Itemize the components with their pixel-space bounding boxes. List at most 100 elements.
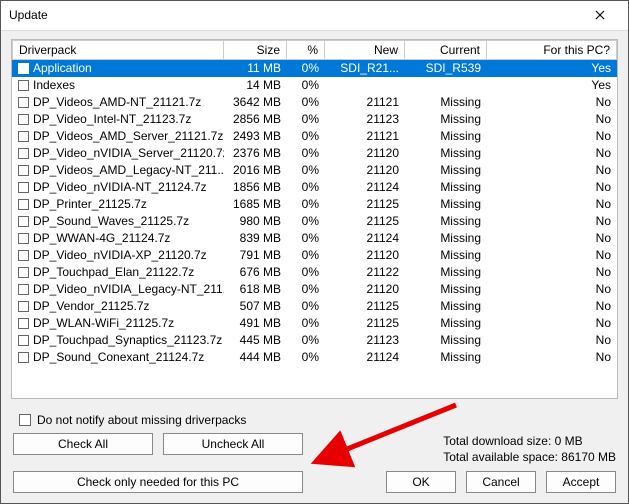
cell-current: SDI_R539 — [405, 60, 487, 77]
table-row[interactable]: DP_Video_nVIDIA-NT_21124.7z1856 MB0%2112… — [12, 179, 617, 196]
cell-current: Missing — [405, 230, 487, 247]
cell-size: 2856 MB — [224, 111, 287, 128]
cell-percent: 0% — [287, 179, 325, 196]
row-checkbox[interactable] — [18, 318, 29, 329]
cell-percent: 0% — [287, 94, 325, 111]
row-checkbox[interactable] — [18, 335, 29, 346]
table-row[interactable]: DP_Touchpad_Elan_21122.7z676 MB0%21122Mi… — [12, 264, 617, 281]
cancel-button[interactable]: Cancel — [466, 471, 536, 493]
table-row[interactable]: DP_Vendor_21125.7z507 MB0%21125MissingNo — [12, 298, 617, 315]
table-row[interactable]: DP_Sound_Conexant_21124.7z444 MB0%21124M… — [12, 349, 617, 366]
cell-for-this-pc: No — [487, 196, 617, 213]
cell-size: 1856 MB — [224, 179, 287, 196]
row-checkbox[interactable] — [18, 182, 29, 193]
cell-current: Missing — [405, 179, 487, 196]
row-checkbox[interactable] — [18, 250, 29, 261]
table-row[interactable]: DP_Videos_AMD_Legacy-NT_211...2016 MB0%2… — [12, 162, 617, 179]
table-row[interactable]: DP_WWAN-4G_21124.7z839 MB0%21124MissingN… — [12, 230, 617, 247]
cell-new: 21125 — [325, 298, 405, 315]
cell-percent: 0% — [287, 281, 325, 298]
table-row[interactable]: DP_Video_Intel-NT_21123.7z2856 MB0%21123… — [12, 111, 617, 128]
ok-button[interactable]: OK — [386, 471, 456, 493]
cell-percent: 0% — [287, 298, 325, 315]
table-header: Driverpack Size % New Current For this P… — [12, 40, 617, 60]
row-checkbox[interactable] — [18, 352, 29, 363]
cell-size: 491 MB — [224, 315, 287, 332]
row-checkbox[interactable] — [18, 199, 29, 210]
cell-for-this-pc: No — [487, 247, 617, 264]
cell-new: 21124 — [325, 179, 405, 196]
cell-size: 791 MB — [224, 247, 287, 264]
row-checkbox[interactable] — [18, 267, 29, 278]
table-row[interactable]: DP_Printer_21125.7z1685 MB0%21125Missing… — [12, 196, 617, 213]
uncheck-all-button[interactable]: Uncheck All — [163, 433, 303, 455]
cell-percent: 0% — [287, 145, 325, 162]
close-button[interactable] — [580, 1, 620, 29]
cell-current: Missing — [405, 281, 487, 298]
row-checkbox[interactable] — [18, 80, 29, 91]
notify-checkbox[interactable] — [19, 414, 31, 426]
cell-new: 21122 — [325, 264, 405, 281]
row-checkbox[interactable] — [18, 97, 29, 108]
table-row[interactable]: DP_Video_nVIDIA-XP_21120.7z791 MB0%21120… — [12, 247, 617, 264]
cell-name: DP_WLAN-WiFi_21125.7z — [33, 316, 174, 330]
cell-name: DP_Vendor_21125.7z — [33, 299, 150, 313]
row-checkbox[interactable] — [18, 165, 29, 176]
col-driverpack[interactable]: Driverpack — [12, 40, 224, 60]
table-row[interactable]: DP_Videos_AMD-NT_21121.7z3642 MB0%21121M… — [12, 94, 617, 111]
notify-label: Do not notify about missing driverpacks — [37, 413, 246, 427]
check-needed-button[interactable]: Check only needed for this PC — [13, 471, 303, 493]
row-checkbox[interactable] — [18, 301, 29, 312]
cell-new: 21120 — [325, 247, 405, 264]
cell-current — [405, 77, 487, 94]
check-all-button[interactable]: Check All — [13, 433, 153, 455]
row-checkbox[interactable] — [18, 131, 29, 142]
cell-new: 21121 — [325, 128, 405, 145]
table-row[interactable]: DP_Video_nVIDIA_Legacy-NT_211...618 MB0%… — [12, 281, 617, 298]
table-row[interactable]: DP_Videos_AMD_Server_21121.7z2493 MB0%21… — [12, 128, 617, 145]
cell-for-this-pc: No — [487, 298, 617, 315]
window-title: Update — [9, 8, 580, 22]
cell-size: 2493 MB — [224, 128, 287, 145]
row-checkbox[interactable] — [18, 233, 29, 244]
cell-percent: 0% — [287, 77, 325, 94]
cell-for-this-pc: No — [487, 281, 617, 298]
table-row[interactable]: Indexes14 MB0%Yes — [12, 77, 617, 94]
row-checkbox[interactable] — [18, 216, 29, 227]
cell-percent: 0% — [287, 60, 325, 77]
cell-name: DP_Video_nVIDIA_Server_21120.7z — [33, 146, 224, 160]
table-row[interactable]: DP_WLAN-WiFi_21125.7z491 MB0%21125Missin… — [12, 315, 617, 332]
total-space-label: Total available space: 86170 MB — [443, 449, 616, 465]
table-row[interactable]: DP_Video_nVIDIA_Server_21120.7z2376 MB0%… — [12, 145, 617, 162]
cell-for-this-pc: Yes — [487, 77, 617, 94]
table-row[interactable]: Application11 MB0%SDI_R21...SDI_R539Yes — [12, 60, 617, 77]
table-body[interactable]: Application11 MB0%SDI_R21...SDI_R539YesI… — [12, 60, 617, 398]
cell-size: 618 MB — [224, 281, 287, 298]
table-row[interactable]: DP_Sound_Waves_21125.7z980 MB0%21125Miss… — [12, 213, 617, 230]
accept-button[interactable]: Accept — [546, 471, 616, 493]
cell-new: 21123 — [325, 332, 405, 349]
cell-for-this-pc: No — [487, 213, 617, 230]
cell-name: DP_Video_nVIDIA-XP_21120.7z — [33, 248, 207, 262]
cell-percent: 0% — [287, 315, 325, 332]
update-dialog: Update Driverpack Size % New Current For… — [0, 0, 629, 504]
col-percent[interactable]: % — [287, 40, 325, 60]
row-checkbox[interactable] — [18, 63, 29, 74]
cell-current: Missing — [405, 128, 487, 145]
table-row[interactable]: DP_Touchpad_Synaptics_21123.7z445 MB0%21… — [12, 332, 617, 349]
cell-for-this-pc: No — [487, 264, 617, 281]
col-for-this-pc[interactable]: For this PC? — [487, 40, 617, 60]
row-checkbox[interactable] — [18, 284, 29, 295]
row-checkbox[interactable] — [18, 114, 29, 125]
col-current[interactable]: Current — [405, 40, 487, 60]
titlebar: Update — [1, 1, 628, 31]
cell-current: Missing — [405, 298, 487, 315]
cell-current: Missing — [405, 315, 487, 332]
cell-new: 21121 — [325, 94, 405, 111]
cell-new: 21124 — [325, 349, 405, 366]
col-new[interactable]: New — [325, 40, 405, 60]
col-size[interactable]: Size — [224, 40, 287, 60]
row-checkbox[interactable] — [18, 148, 29, 159]
cell-percent: 0% — [287, 264, 325, 281]
cell-current: Missing — [405, 264, 487, 281]
